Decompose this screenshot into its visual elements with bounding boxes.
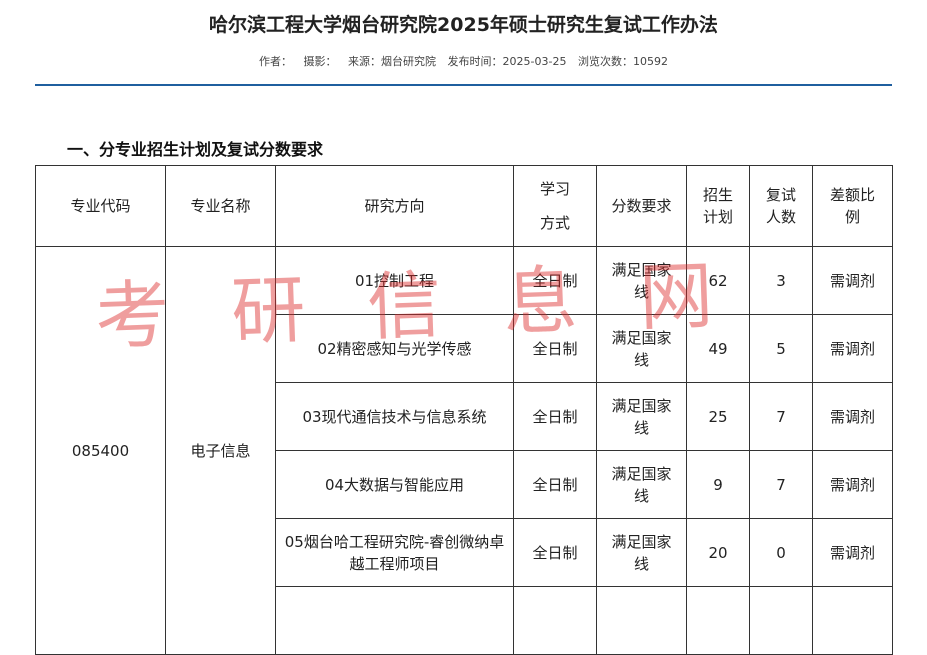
mode-cell: 全日制: [513, 518, 597, 587]
article-title: 哈尔滨工程大学烟台研究院2025年硕士研究生复试工作办法: [209, 14, 718, 36]
plan-cell: 20: [686, 518, 750, 587]
score-cell: 满足国家线: [596, 246, 687, 315]
plan-cell: 25: [686, 382, 750, 451]
score-cell: 满足国家线: [596, 518, 687, 587]
mode-cell: 全日制: [513, 246, 597, 315]
plan-cell: 62: [686, 246, 750, 315]
article-meta: 作者： 摄影： 来源：烟台研究院 发布时间：2025-03-25 浏览次数：10…: [0, 53, 927, 69]
photo-label: 摄影：: [303, 55, 337, 68]
ratio-cell: [812, 586, 893, 655]
ratio-cell: 需调剂: [812, 314, 893, 383]
retest-cell: 0: [749, 518, 813, 587]
score-cell: 满足国家线: [596, 382, 687, 451]
publish-date: 发布时间：2025-03-25: [447, 55, 567, 68]
header-mode: 学习方式: [513, 165, 597, 247]
retest-cell: 7: [749, 382, 813, 451]
major-code-cell: 085400: [35, 246, 166, 655]
score-cell: 满足国家线: [596, 314, 687, 383]
mode-cell: 全日制: [513, 382, 597, 451]
direction-cell: 03现代通信技术与信息系统: [275, 382, 514, 451]
admission-table: 专业代码 专业名称 研究方向 学习方式 分数要求 招生计划 复试人数 差额比例 …: [35, 165, 893, 655]
mode-cell: 全日制: [513, 450, 597, 519]
direction-cell: 05烟台哈工程研究院-睿创微纳卓越工程师项目: [275, 518, 514, 587]
score-cell: 满足国家线: [596, 450, 687, 519]
mode-cell: [513, 586, 597, 655]
ratio-cell: 需调剂: [812, 518, 893, 587]
ratio-cell: 需调剂: [812, 246, 893, 315]
table-row: 085400 电子信息 01控制工程 全日制 满足国家线 62 3 需调剂: [35, 246, 893, 655]
table-header-row: 专业代码 专业名称 研究方向 学习方式 分数要求 招生计划 复试人数 差额比例: [35, 165, 893, 247]
retest-cell: 3: [749, 246, 813, 315]
mode-cell: 全日制: [513, 314, 597, 383]
header-direction: 研究方向: [275, 165, 514, 247]
ratio-cell: 需调剂: [812, 382, 893, 451]
direction-cell: [275, 586, 514, 655]
score-cell: [596, 586, 687, 655]
view-count: 浏览次数：10592: [577, 55, 668, 68]
major-name-cell: 电子信息: [165, 246, 276, 655]
direction-cell: 02精密感知与光学传感: [275, 314, 514, 383]
header-retest: 复试人数: [749, 165, 813, 247]
plan-cell: 9: [686, 450, 750, 519]
retest-cell: 7: [749, 450, 813, 519]
header-name: 专业名称: [165, 165, 276, 247]
header-ratio: 差额比例: [812, 165, 893, 247]
header-plan: 招生计划: [686, 165, 750, 247]
ratio-cell: 需调剂: [812, 450, 893, 519]
direction-cell: 01控制工程: [275, 246, 514, 315]
retest-cell: [749, 586, 813, 655]
header-code: 专业代码: [35, 165, 166, 247]
direction-cell: 04大数据与智能应用: [275, 450, 514, 519]
header-score: 分数要求: [596, 165, 687, 247]
title-divider: [35, 84, 892, 86]
author-label: 作者：: [259, 55, 293, 68]
plan-cell: 49: [686, 314, 750, 383]
retest-cell: 5: [749, 314, 813, 383]
source-label: 来源：烟台研究院: [348, 55, 437, 68]
plan-cell: [686, 586, 750, 655]
section-heading: 一、分专业招生计划及复试分数要求: [67, 140, 324, 159]
